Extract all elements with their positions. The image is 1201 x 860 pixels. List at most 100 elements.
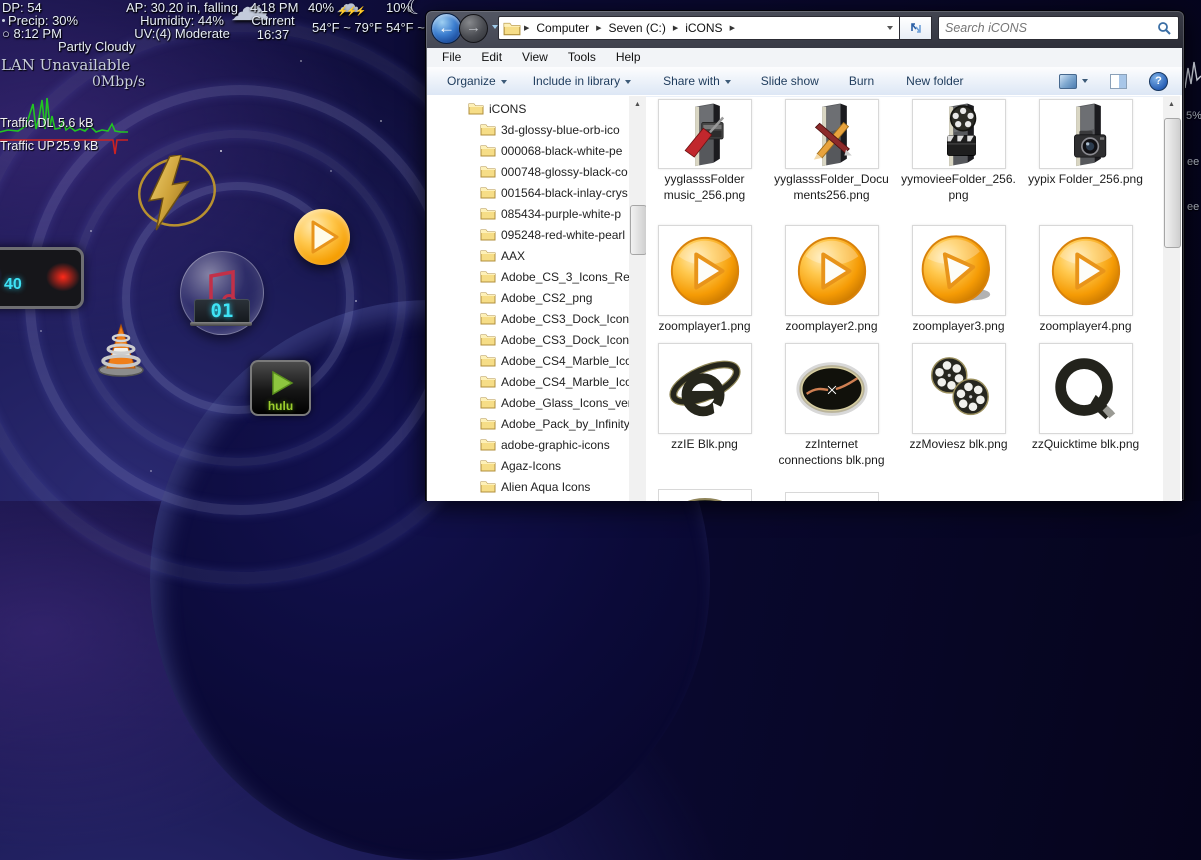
menu-help[interactable]: Help: [606, 48, 651, 64]
file-item[interactable]: yymovieeFolder_256.png: [895, 99, 1022, 203]
menu-file[interactable]: File: [432, 48, 471, 64]
tree-item-icons-root[interactable]: iCONS: [427, 99, 629, 120]
scrollbar-thumb[interactable]: [630, 205, 647, 255]
file-list: yyglasssFolder music_256.png yyglasssFold…: [646, 96, 1163, 501]
tree-item-label: Adobe_CS_3_Icons_Rep: [501, 270, 629, 284]
tree-item[interactable]: Adobe_CS3_Dock_Icons: [427, 309, 629, 330]
folder-icon: [480, 395, 496, 409]
refresh-button[interactable]: [900, 16, 932, 40]
files-scrollbar[interactable]: ▲: [1163, 96, 1181, 501]
weather-condition: Partly Cloudy: [58, 39, 136, 54]
file-name-label: zoomplayer1.png: [658, 319, 751, 333]
include-in-library-button[interactable]: Include in library: [533, 74, 632, 88]
file-item[interactable]: yyglasssFolder_Documents256.png: [768, 99, 895, 203]
folder-icon: [480, 332, 496, 346]
tree-item[interactable]: 000068-black-white-pe: [427, 141, 629, 162]
file-name-label: zoomplayer2.png: [785, 319, 878, 333]
views-dropdown-icon[interactable]: [1082, 79, 1088, 83]
search-icon[interactable]: [1157, 21, 1172, 36]
flash-lightning-icon[interactable]: [130, 155, 218, 231]
file-item[interactable]: [768, 489, 895, 501]
tree-item[interactable]: Adobe_CS3_Dock_Icons: [427, 330, 629, 351]
tree-item[interactable]: Adobe_CS4_Marble_Ico: [427, 351, 629, 372]
share-with-button[interactable]: Share with: [663, 74, 731, 88]
play-orb-icon[interactable]: [294, 209, 350, 265]
tree-item[interactable]: Adobe_CS_3_Icons_Rep: [427, 267, 629, 288]
organize-button[interactable]: Organize: [447, 74, 507, 88]
address-dropdown-icon[interactable]: [887, 26, 893, 30]
scrollbar-thumb[interactable]: [1164, 118, 1181, 248]
file-name-label: zoomplayer3.png: [912, 319, 1005, 333]
edge-label: ee: [1187, 201, 1200, 213]
address-bar[interactable]: ▶ Computer ▶ Seven (C:) ▶ iCONS ▶: [498, 16, 900, 40]
file-item[interactable]: zoomplayer3.png: [895, 225, 1022, 335]
tree-item[interactable]: Adobe_CS2_png: [427, 288, 629, 309]
back-button[interactable]: ←: [431, 13, 462, 44]
file-item[interactable]: zzMoviesz blk.png: [895, 343, 1022, 468]
file-item[interactable]: zzInternet connections blk.png: [768, 343, 895, 468]
forward-button[interactable]: →: [459, 14, 488, 43]
folder-icon: [480, 269, 496, 283]
scroll-up-icon[interactable]: ▲: [1163, 96, 1180, 113]
tree-item[interactable]: 095248-red-white-pearl: [427, 225, 629, 246]
tree-item[interactable]: Adobe_CS4_Marble_Ico: [427, 372, 629, 393]
file-name-label: zzQuicktime blk.png: [1031, 437, 1140, 451]
change-view-icon[interactable]: [1059, 73, 1077, 89]
file-item[interactable]: zoomplayer4.png: [1022, 225, 1149, 335]
tree-item[interactable]: 001564-black-inlay-crys: [427, 183, 629, 204]
search-box[interactable]: [938, 16, 1179, 40]
new-folder-button[interactable]: New folder: [906, 74, 963, 88]
folder-icon: [480, 206, 496, 220]
breadcrumb-drive[interactable]: Seven (C:): [604, 21, 669, 35]
tree-item[interactable]: Adobe_Pack_by_Infinity: [427, 414, 629, 435]
file-item[interactable]: yypix Folder_256.png: [1022, 99, 1149, 203]
preview-pane-icon[interactable]: [1110, 73, 1127, 89]
file-item[interactable]: zoomplayer2.png: [768, 225, 895, 335]
file-item[interactable]: zzQuicktime blk.png: [1022, 343, 1149, 468]
tree-item-label: Adobe_CS2_png: [501, 291, 593, 305]
folder-icon: [480, 143, 496, 157]
tree-item-label: 095248-red-white-pearl: [501, 228, 626, 242]
hulu-icon[interactable]: hulu: [250, 360, 311, 416]
tree-item[interactable]: Adobe_Glass_Icons_ver: [427, 393, 629, 414]
menu-view[interactable]: View: [512, 48, 558, 64]
folder-icon: [480, 416, 496, 430]
search-input[interactable]: [939, 21, 1157, 35]
forecast-pop-today: 40%: [308, 0, 335, 15]
traffic-dl-value: 5.6 kB: [58, 116, 94, 130]
tree-item[interactable]: 000748-glossy-black-co: [427, 162, 629, 183]
help-icon[interactable]: ?: [1149, 71, 1168, 91]
file-item[interactable]: yyglasssFolder music_256.png: [646, 99, 768, 203]
tree-scrollbar[interactable]: ▲: [629, 96, 647, 501]
tree-item-label: 3d-glossy-blue-orb-ico: [501, 123, 620, 137]
tree-item[interactable]: Agaz-Icons: [427, 456, 629, 477]
forecast-range-today: 54°F ~ 79°F: [312, 20, 383, 35]
breadcrumb-icons-folder[interactable]: iCONS: [681, 21, 726, 35]
folder-icon: [480, 311, 496, 325]
lan-status: LAN Unavailable: [1, 56, 131, 74]
explorer-window: ← → ▶ Computer ▶ Seven (C:) ▶ iCONS ▶ Fi…: [425, 10, 1185, 501]
forecast-range-tomorrow: 54°F ~: [386, 20, 425, 35]
ie-thumbnail: [657, 343, 752, 434]
file-item[interactable]: zzIE Blk.png: [646, 343, 768, 468]
breadcrumb-separator-icon: ▶: [524, 25, 530, 32]
tree-item[interactable]: 085434-purple-white-p: [427, 204, 629, 225]
file-item[interactable]: zoomplayer1.png: [646, 225, 768, 335]
tree-item[interactable]: Alien Aqua Icons: [427, 477, 629, 498]
file-item[interactable]: [646, 489, 768, 501]
menu-tools[interactable]: Tools: [558, 48, 606, 64]
quicktime-thumbnail: [1038, 343, 1133, 434]
menu-edit[interactable]: Edit: [471, 48, 512, 64]
laptop-base: [190, 322, 252, 326]
burn-button[interactable]: Burn: [849, 74, 874, 88]
vlc-cone-icon[interactable]: [94, 321, 148, 377]
tree-item[interactable]: 3d-glossy-blue-orb-ico: [427, 120, 629, 141]
tree-item-label: adobe-graphic-icons: [501, 438, 610, 452]
slide-show-button[interactable]: Slide show: [761, 74, 819, 88]
tree-item[interactable]: adobe-graphic-icons: [427, 435, 629, 456]
tree-item[interactable]: AAX: [427, 246, 629, 267]
scroll-up-icon[interactable]: ▲: [629, 96, 646, 113]
folder-icon: [480, 437, 496, 451]
breadcrumb-computer[interactable]: Computer: [532, 21, 593, 35]
music-player-badge[interactable]: 01: [194, 299, 250, 324]
